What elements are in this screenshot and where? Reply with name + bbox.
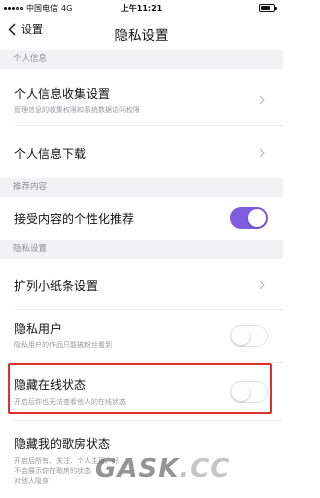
watermark: GASK.CC [95,454,230,484]
section-header-recommendation: 推荐内容 [0,178,283,197]
row-personal-info-collection[interactable]: 个人信息收集设置 管理信息的收集权限和系统数据访问权限 [0,69,283,125]
nav-bar: 设置 隐私设置 [0,18,283,46]
row-subtitle-line: 对他人隐身 [14,477,49,485]
row-notes-settings[interactable]: 扩列小纸条设置 [0,259,283,309]
row-hide-online-status: 隐藏在线状态 开启后你也无法查看他人的在线状态 [0,363,283,415]
row-title: 个人信息收集设置 [14,87,111,101]
section-header-privacy: 隐私设置 [0,240,283,259]
row-title: 个人信息下载 [14,147,87,161]
personalized-recommendation-toggle[interactable] [230,207,268,229]
row-title: 接受内容的个性化推荐 [14,212,135,226]
row-personalized-recommendation: 接受内容的个性化推荐 [0,197,283,239]
row-subtitle: 管理信息的收集权限和系统数据访问权限 [14,106,140,114]
row-title: 隐藏在线状态 [14,378,87,392]
row-subtitle-line: 不会展示你在歌房的状态 [14,467,91,475]
section-header-personal-info: 个人信息 [0,50,283,69]
chevron-right-icon [259,280,265,290]
status-time: 上午11:21 [120,4,163,13]
watermark-text-a: GASK [95,454,180,484]
private-user-toggle[interactable] [230,325,268,347]
row-subtitle: 开启后你也无法查看他人的在线状态 [14,398,126,406]
hide-online-status-toggle[interactable] [230,381,268,403]
page-title: 隐私设置 [114,28,169,44]
row-private-user: 隐私用户 隐私用户的作品只能被粉丝看到 [0,310,283,362]
watermark-text-b: .CC [179,454,231,484]
battery-icon [259,4,277,12]
row-title: 隐藏我的歌房状态 [14,437,111,451]
row-title: 隐私用户 [14,322,63,336]
chevron-right-icon [259,148,265,158]
chevron-right-icon [259,95,265,105]
row-subtitle: 隐私用户的作品只能被粉丝看到 [14,341,112,349]
row-personal-info-download[interactable]: 个人信息下载 [0,126,283,178]
row-title: 扩列小纸条设置 [14,279,99,293]
status-bar: 中国电信 4G 上午11:21 [0,0,283,16]
